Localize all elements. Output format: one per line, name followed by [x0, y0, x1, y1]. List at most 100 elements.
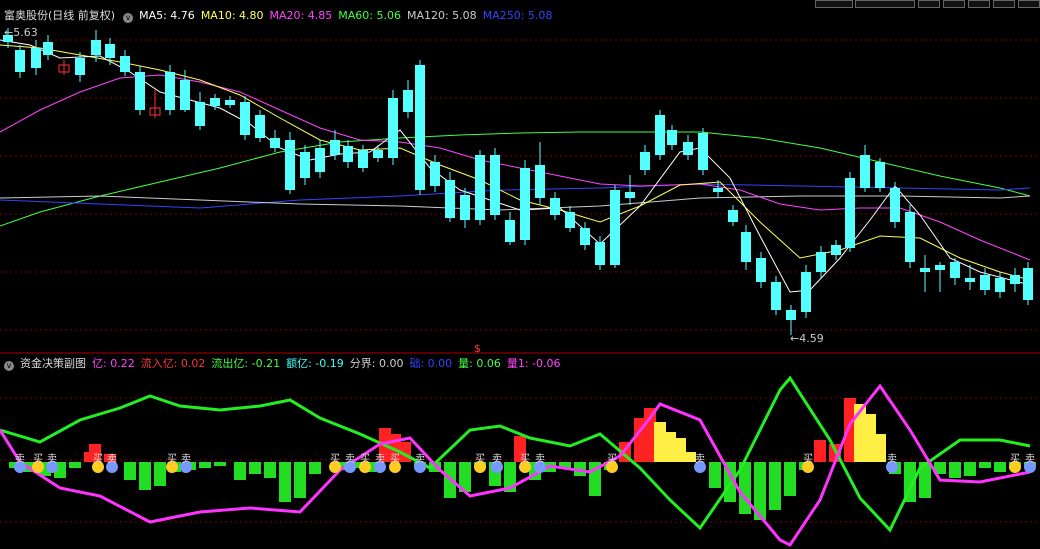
indicator-value: 流入亿: 0.02 [140, 357, 206, 370]
chevron-down-icon[interactable]: v [4, 361, 14, 371]
sub-panel-title[interactable]: 资金决策副图 [20, 357, 86, 370]
flow-bar [264, 462, 276, 478]
flow-bar [279, 462, 291, 502]
candle-body [595, 242, 605, 265]
flow-bar [874, 434, 886, 462]
sell-signal-label: 卖 [375, 453, 385, 465]
sell-signal-label: 卖 [695, 453, 705, 465]
toolbar-button[interactable] [815, 0, 853, 8]
period-label[interactable]: (日线 前复权) [48, 9, 115, 22]
buy-signal-label: 买 [390, 453, 400, 465]
toolbar-button[interactable] [918, 0, 940, 8]
money-flow-indicator-list: 亿: 0.22 流入亿: 0.02 流出亿: -0.21 额亿: -0.19 分界: 0… [92, 357, 567, 370]
flow-bar [949, 462, 961, 478]
candle-body [860, 155, 870, 188]
sell-signal-label: 卖 [181, 453, 191, 465]
toolbar-button[interactable] [968, 0, 990, 8]
sell-signal-label: 卖 [345, 453, 355, 465]
indicator-value: MA20: 4.85 [269, 9, 333, 22]
candle-body [550, 198, 560, 215]
flow-bar [214, 462, 226, 466]
toolbar-button[interactable] [1018, 0, 1040, 8]
stock-name[interactable]: 富奥股份 [4, 9, 48, 22]
sell-signal-label: 卖 [535, 453, 545, 465]
candle-body [75, 58, 85, 75]
candle-body [741, 232, 751, 262]
flow-bar [979, 462, 991, 468]
candle-body [43, 42, 53, 55]
candle-body [195, 102, 205, 126]
candle-body [1010, 275, 1020, 284]
buy-signal-label: 买 [167, 453, 177, 465]
candle-body [373, 150, 383, 158]
sell-signal-label: 卖 [47, 453, 57, 465]
flow-bar [309, 462, 321, 474]
buy-signal-label: 买 [330, 453, 340, 465]
buy-signal-label: 买 [1010, 453, 1020, 465]
candle-body [210, 98, 220, 106]
indicator-value: 额亿: -0.19 [286, 357, 344, 370]
candle-body [950, 262, 960, 278]
flow-bar [814, 440, 826, 462]
buy-signal-label: 买 [520, 453, 530, 465]
candle-body [330, 140, 340, 155]
buy-signal-label: 买 [93, 453, 103, 465]
candle-body [728, 210, 738, 222]
flow-bar [964, 462, 976, 476]
candle-body [255, 115, 265, 138]
indicator-value: MA10: 4.80 [200, 9, 264, 22]
candle-body [980, 275, 990, 290]
candle-body [816, 252, 826, 272]
flow-bar [784, 462, 796, 496]
candle-body [165, 72, 175, 110]
flow-bar [234, 462, 246, 480]
candle-body [965, 278, 975, 282]
buy-signal-label: 买 [803, 453, 813, 465]
candle-body [890, 188, 900, 222]
candle-body [535, 165, 545, 198]
indicator-value: 量: 0.06 [458, 357, 501, 370]
candle-body [771, 282, 781, 310]
candle-body [31, 48, 41, 68]
indicator-value: MA5: 4.76 [139, 9, 195, 22]
flow-bar [994, 462, 1006, 472]
candle-body [343, 146, 353, 162]
sell-signal-label: 卖 [887, 453, 897, 465]
buy-signal-label: 买 [475, 453, 485, 465]
candle-body [786, 310, 796, 320]
candle-body [105, 44, 115, 58]
high-price-label: ←5.63 [4, 26, 38, 39]
sell-signal-label: 卖 [107, 453, 117, 465]
main-panel-header: 富奥股份(日线 前复权) v MA5: 4.76 MA10: 4.80 MA20: 4.… [0, 9, 564, 23]
candle-body [565, 212, 575, 228]
candle-body [845, 178, 855, 248]
chevron-down-icon[interactable]: v [123, 13, 134, 23]
candle-body [358, 150, 368, 168]
candle-body [460, 195, 470, 220]
indicator-value: 流出亿: -0.21 [211, 357, 281, 370]
candle-body [905, 212, 915, 262]
toolbar-button[interactable] [993, 0, 1015, 8]
candle-body [225, 100, 235, 105]
toolbar-button[interactable] [855, 0, 915, 8]
candle-body [935, 265, 945, 270]
indicator-value: 分界: 0.00 [349, 357, 404, 370]
candle-body [388, 98, 398, 158]
flow-bar [154, 462, 166, 486]
flow-bar [709, 462, 721, 488]
indicator-value: MA120: 5.08 [406, 9, 477, 22]
candlestick-series [3, 28, 1033, 335]
candle-body [640, 152, 650, 170]
indicator-value: 量1: -0.06 [506, 357, 561, 370]
sell-signal-label: 卖 [15, 453, 25, 465]
chart-canvas[interactable]: ←5.63←4.59$ 卖买卖买卖买卖买卖买卖买卖买卖买卖买卖买卖买卖 [0, 0, 1040, 549]
indicator-value: 础: 0.00 [409, 357, 453, 370]
candle-body [285, 140, 295, 190]
toolbar-button[interactable] [943, 0, 965, 8]
candle-body [625, 192, 635, 198]
candle-body [240, 102, 250, 135]
candle-body [698, 133, 708, 170]
candle-body [15, 50, 25, 72]
candle-body [520, 168, 530, 240]
candle-body [445, 180, 455, 218]
